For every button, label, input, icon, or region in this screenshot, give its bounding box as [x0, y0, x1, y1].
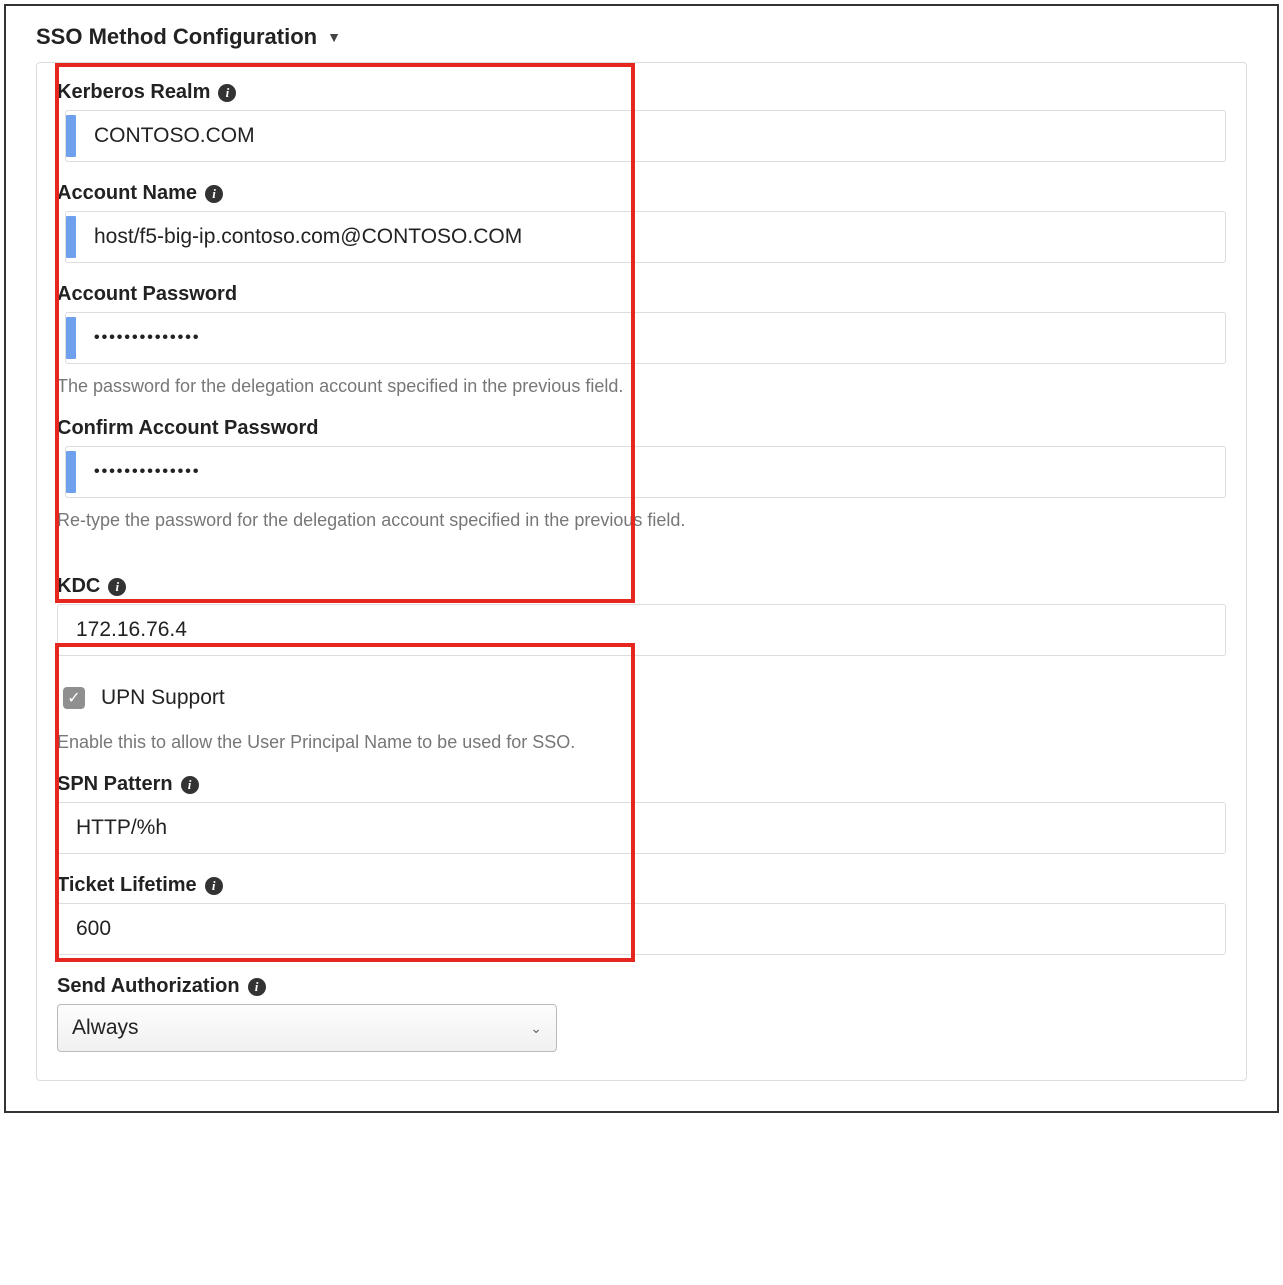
kdc-input[interactable] [58, 605, 1225, 655]
kerberos-realm-input-wrap [65, 110, 1226, 162]
spn-pattern-input-wrap [57, 802, 1226, 854]
ticket-lifetime-input[interactable] [58, 904, 1225, 954]
label-text: Kerberos Realm [57, 81, 210, 104]
kdc-label: KDC i [57, 575, 1226, 598]
label-text: KDC [57, 575, 100, 598]
field-send-authorization: Send Authorization i Always ⌄ [57, 975, 1226, 1052]
info-icon[interactable]: i [205, 185, 223, 203]
kdc-input-wrap [57, 604, 1226, 656]
account-password-input[interactable] [76, 313, 1225, 363]
upn-checkbox-row: ✓ UPN Support [57, 676, 1226, 720]
config-panel: Kerberos Realm i Account Name i Account … [36, 62, 1247, 1081]
field-upn-support: ✓ UPN Support Enable this to allow the U… [57, 676, 1226, 753]
send-authorization-select[interactable]: Always ⌄ [57, 1004, 557, 1052]
send-authorization-value: Always [72, 1016, 139, 1040]
kerberos-realm-input[interactable] [76, 111, 1225, 161]
upn-support-checkbox[interactable]: ✓ [63, 687, 85, 709]
upn-support-helper: Enable this to allow the User Principal … [57, 732, 1226, 753]
required-indicator [66, 451, 76, 493]
account-name-input[interactable] [76, 212, 1225, 262]
upn-support-label: UPN Support [101, 686, 225, 710]
required-indicator [66, 115, 76, 157]
info-icon[interactable]: i [181, 776, 199, 794]
field-ticket-lifetime: Ticket Lifetime i [57, 874, 1226, 955]
info-icon[interactable]: i [108, 578, 126, 596]
label-text: Confirm Account Password [57, 417, 319, 440]
info-icon[interactable]: i [248, 978, 266, 996]
account-name-input-wrap [65, 211, 1226, 263]
sso-config-page: SSO Method Configuration ▼ Kerberos Real… [4, 4, 1279, 1113]
field-account-name: Account Name i [57, 182, 1226, 263]
kerberos-realm-label: Kerberos Realm i [57, 81, 1226, 104]
required-indicator [66, 216, 76, 258]
account-password-helper: The password for the delegation account … [57, 376, 1226, 397]
field-account-password: Account Password The password for the de… [57, 283, 1226, 397]
section-toggle[interactable]: SSO Method Configuration ▼ [36, 24, 1247, 50]
account-password-input-wrap [65, 312, 1226, 364]
label-text: SPN Pattern [57, 773, 173, 796]
section-title-text: SSO Method Configuration [36, 24, 317, 50]
info-icon[interactable]: i [218, 84, 236, 102]
label-text: Account Password [57, 283, 237, 306]
ticket-lifetime-label: Ticket Lifetime i [57, 874, 1226, 897]
confirm-password-input[interactable] [76, 447, 1225, 497]
field-kerberos-realm: Kerberos Realm i [57, 81, 1226, 162]
confirm-password-label: Confirm Account Password [57, 417, 1226, 440]
account-name-label: Account Name i [57, 182, 1226, 205]
field-spn-pattern: SPN Pattern i [57, 773, 1226, 854]
spn-pattern-input[interactable] [58, 803, 1225, 853]
field-kdc: KDC i [57, 575, 1226, 656]
chevron-down-icon: ⌄ [530, 1020, 542, 1037]
ticket-lifetime-input-wrap [57, 903, 1226, 955]
label-text: Ticket Lifetime [57, 874, 197, 897]
confirm-password-input-wrap [65, 446, 1226, 498]
info-icon[interactable]: i [205, 877, 223, 895]
caret-down-icon: ▼ [327, 29, 341, 45]
confirm-password-helper: Re-type the password for the delegation … [57, 510, 1226, 531]
send-authorization-label: Send Authorization i [57, 975, 1226, 998]
label-text: Send Authorization [57, 975, 240, 998]
required-indicator [66, 317, 76, 359]
field-confirm-password: Confirm Account Password Re-type the pas… [57, 417, 1226, 531]
account-password-label: Account Password [57, 283, 1226, 306]
spn-pattern-label: SPN Pattern i [57, 773, 1226, 796]
label-text: Account Name [57, 182, 197, 205]
